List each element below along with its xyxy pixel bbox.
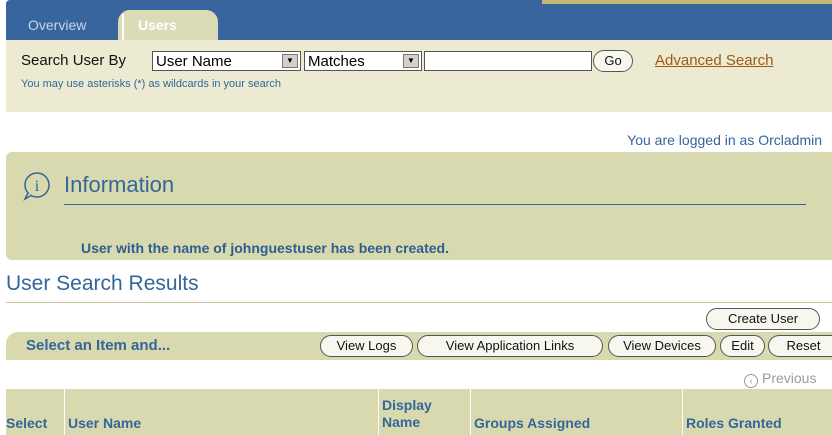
previous-link[interactable]: ‹ Previous [744,370,816,388]
view-devices-button[interactable]: View Devices [608,335,716,357]
wildcard-hint: You may use asterisks (*) as wildcards i… [21,78,282,90]
tab-bar-accent [542,0,832,4]
column-divider [64,389,65,435]
reset-button[interactable]: Reset [768,335,832,357]
select-item-label: Select an Item and... [26,337,171,354]
chevron-down-icon[interactable]: ▼ [403,54,419,68]
results-title: User Search Results [6,272,199,295]
column-select: Select [6,415,48,431]
information-divider [64,204,806,205]
column-divider [470,389,471,435]
search-input[interactable] [424,51,592,71]
search-field-value: User Name [156,53,232,70]
information-title: Information [64,172,175,197]
tab-bar: Overview Users [6,0,832,40]
table-header: Select User Name Display Name Groups Ass… [6,389,832,435]
advanced-search-link[interactable]: Advanced Search [655,52,773,69]
column-groups-assigned: Groups Assigned [474,415,591,431]
previous-label: Previous [762,370,817,386]
info-icon: i [23,172,50,201]
tab-users-label: Users [138,17,177,33]
column-divider [378,389,379,435]
search-operator-value: Matches [308,53,365,70]
chevron-down-icon[interactable]: ▼ [282,54,298,68]
results-divider [6,302,832,303]
go-button[interactable]: Go [593,50,633,72]
view-logs-button[interactable]: View Logs [320,335,413,357]
tab-users[interactable]: Users [118,10,218,40]
previous-icon: ‹ [744,374,758,388]
column-divider [682,389,683,435]
column-roles-granted: Roles Granted [686,415,782,431]
search-by-label: Search User By [21,52,127,69]
column-display-name[interactable]: Display Name [382,397,442,431]
view-application-links-button[interactable]: View Application Links [417,335,603,357]
action-bar: Select an Item and... View Logs View App… [6,332,832,360]
column-user-name[interactable]: User Name [68,415,141,431]
edit-button[interactable]: Edit [720,335,765,357]
information-box: i Information User with the name of john… [6,152,832,260]
create-user-button[interactable]: Create User [706,308,820,330]
tab-overview[interactable]: Overview [28,10,86,40]
information-message: User with the name of johnguestuser has … [81,240,449,256]
svg-text:i: i [35,178,40,195]
search-field-select[interactable]: User Name ▼ [152,51,301,71]
search-panel: Search User By User Name ▼ Matches ▼ Go … [6,40,832,112]
search-operator-select[interactable]: Matches ▼ [304,51,422,71]
logged-in-status: You are logged in as Orcladmin [627,132,822,148]
